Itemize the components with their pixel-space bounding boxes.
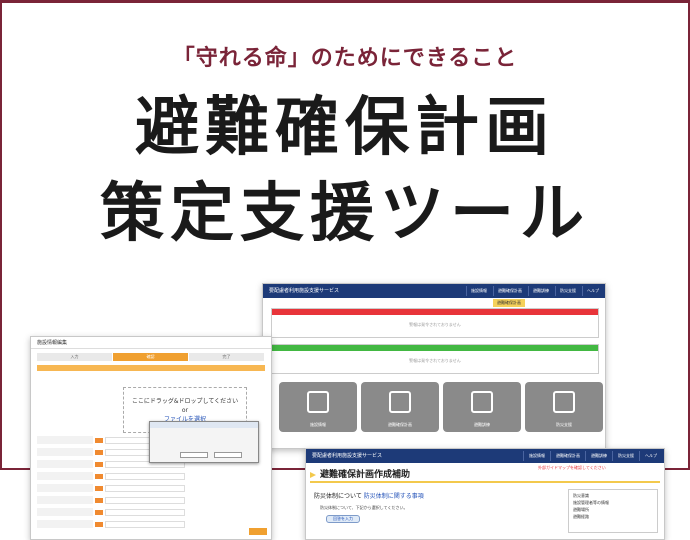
- menu-item[interactable]: 避難確保計画: [493, 286, 526, 296]
- tile-label: 施設情報: [310, 422, 326, 427]
- alert-panel-red: 警報は発令されておりません: [271, 308, 599, 338]
- running-person-icon: [471, 391, 493, 413]
- tile-plan[interactable]: 避難確保計画: [361, 382, 439, 432]
- app-title: 要配慮者利用施設支援サービス: [269, 288, 340, 294]
- alert-panel-green: 警報は発令されておりません: [271, 344, 599, 374]
- side-line: 避難経路: [573, 514, 589, 519]
- form-row: [37, 495, 267, 505]
- tile-drill[interactable]: 避難訓練: [443, 382, 521, 432]
- screenshot-facility-edit: 施設情報編集 入力 確認 完了 ここにドラッグ&ドロップしてください or ファ…: [30, 336, 272, 540]
- menu-item[interactable]: 防災支援: [612, 451, 639, 461]
- menu-item[interactable]: 施設情報: [523, 451, 550, 461]
- dialog-titlebar: [150, 422, 258, 428]
- side-panel: 防災意識 施設管理者等の情報 避難場所 避難経路: [568, 489, 658, 533]
- menu-item[interactable]: ヘルプ: [639, 451, 662, 461]
- app-header: 要配慮者利用施設支援サービス 施設情報 避難確保計画 避難訓練 防災支援 ヘルプ: [306, 449, 664, 463]
- banner-subtitle: 「守れる命」のためにできること: [172, 46, 518, 71]
- form-row: [37, 519, 267, 529]
- app-menu: 施設情報 避難確保計画 避難訓練 防災支援 ヘルプ: [523, 451, 662, 461]
- banner-title-line1: 避難確保計画: [135, 91, 555, 165]
- menu-item[interactable]: ヘルプ: [582, 286, 603, 296]
- edit-icon: [389, 391, 411, 413]
- tile-facility[interactable]: 施設情報: [279, 382, 357, 432]
- answer-text: 防災体制について、下記から選択してください。: [320, 505, 408, 510]
- step-active: 確認: [113, 353, 188, 361]
- submit-button[interactable]: [249, 528, 267, 535]
- question-prefix: 防災体制について: [314, 493, 362, 500]
- dialog-ok-button[interactable]: [180, 452, 208, 458]
- question-line: 防災体制について 防災体制に関する事項: [314, 491, 424, 500]
- screenshot-plan-assist: 要配慮者利用施設支援サービス 施設情報 避難確保計画 避難訓練 防災支援 ヘルプ…: [305, 448, 665, 540]
- banner-title-line2: 策定支援ツール: [100, 177, 590, 251]
- menu-item[interactable]: 施設情報: [466, 286, 491, 296]
- active-tag: 避難確保計画: [493, 299, 525, 307]
- panel-body: 警報は発令されておりません: [409, 358, 461, 363]
- menu-item[interactable]: 避難訓練: [585, 451, 612, 461]
- helmet-icon: [553, 391, 575, 413]
- question-link[interactable]: 防災体制に関する事項: [364, 493, 424, 500]
- form-row: [37, 483, 267, 493]
- side-line: 防災意識: [573, 493, 589, 498]
- section-heading: 避難確保計画作成補助: [310, 469, 660, 483]
- side-line: 避難場所: [573, 507, 589, 512]
- tile-label: 防災支援: [556, 422, 572, 427]
- app-header: 要配慮者利用施設支援サービス 施設情報 避難確保計画 避難訓練 防災支援 ヘルプ: [263, 284, 605, 298]
- side-line: 施設管理者等の情報: [573, 500, 609, 505]
- app-title: 要配慮者利用施設支援サービス: [312, 453, 383, 459]
- step: 入力: [37, 353, 112, 361]
- dropzone-text: ここにドラッグ&ドロップしてください: [131, 398, 239, 405]
- form-row: [37, 471, 267, 481]
- tile-label: 避難訓練: [474, 422, 490, 427]
- app-menu: 施設情報 避難確保計画 避難訓練 防災支援 ヘルプ: [466, 286, 603, 296]
- answer-input-button[interactable]: 回答を入力: [326, 515, 360, 523]
- form-row: [37, 507, 267, 517]
- step: 完了: [189, 353, 264, 361]
- notice-text: 外部ガイドマップを確認してください: [538, 465, 606, 470]
- tile-support[interactable]: 防災支援: [525, 382, 603, 432]
- building-icon: [307, 391, 329, 413]
- section-bar: [37, 365, 265, 371]
- dialog-cancel-button[interactable]: [214, 452, 242, 458]
- menu-item[interactable]: 避難確保計画: [550, 451, 585, 461]
- menu-item[interactable]: 防災支援: [555, 286, 580, 296]
- screenshot-dashboard: 要配慮者利用施設支援サービス 施設情報 避難確保計画 避難訓練 防災支援 ヘルプ…: [262, 283, 606, 449]
- menu-item[interactable]: 避難訓練: [528, 286, 553, 296]
- confirm-dialog: [149, 421, 259, 463]
- panel-body: 警報は発令されておりません: [409, 322, 461, 327]
- dropzone-or: or: [181, 407, 189, 414]
- form-header: 施設情報編集: [31, 337, 271, 349]
- tile-row: 施設情報 避難確保計画 避難訓練 防災支援: [279, 382, 603, 432]
- step-indicator: 入力 確認 完了: [37, 353, 265, 361]
- tile-label: 避難確保計画: [388, 422, 412, 427]
